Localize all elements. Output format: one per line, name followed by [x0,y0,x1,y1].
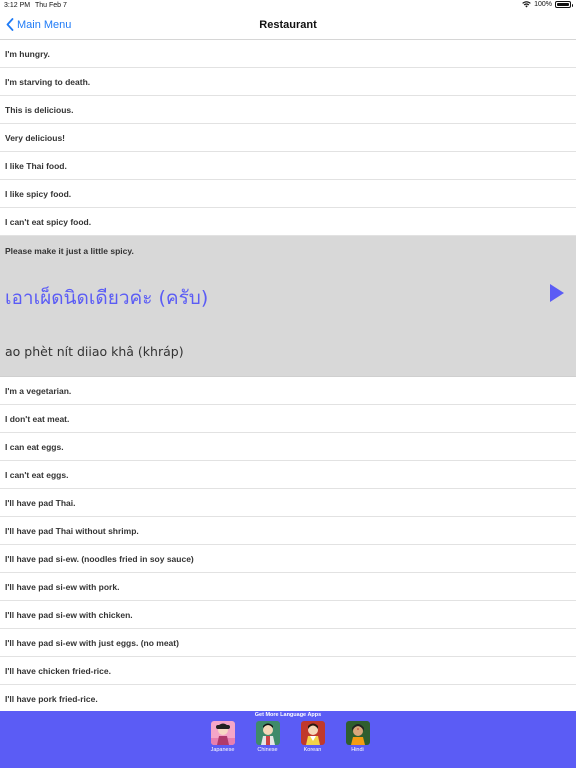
battery-icon [555,1,573,8]
phrase-row[interactable]: I'll have chicken fried-rice. [0,657,576,685]
phrase-row[interactable]: I like spicy food. [0,180,576,208]
app-label: Hindi [351,747,364,753]
status-bar: 3:12 PM Thu Feb 7 100% [0,0,576,12]
app-label: Japanese [210,747,235,753]
page-title: Restaurant [259,19,317,31]
korean-app-icon [300,721,325,745]
japanese-app-icon [210,721,235,745]
phrase-row[interactable]: I'm hungry. [0,40,576,68]
phrase-row[interactable]: I'll have pad Thai. [0,489,576,517]
phrase-row[interactable]: I can't eat spicy food. [0,208,576,236]
phrase-row[interactable]: I'll have pad si-ew. (noodles fried in s… [0,545,576,573]
wifi-icon [522,1,531,8]
status-right: 100% [522,1,573,8]
app-link-korean[interactable]: Korean [300,721,325,753]
phrase-english: Please make it just a little spicy. [5,246,134,256]
phrase-row[interactable]: I'll have pad si-ew with pork. [0,573,576,601]
phrase-row[interactable]: I don't eat meat. [0,405,576,433]
expanded-phrase-row[interactable]: Please make it just a little spicy. เอาเ… [0,236,576,377]
phrase-row[interactable]: I'll have pad si-ew with just eggs. (no … [0,629,576,657]
phrase-row[interactable]: Very delicious! [0,124,576,152]
more-apps-title: Get More Language Apps [254,712,322,718]
battery-percent: 100% [534,1,552,8]
more-apps-banner: Get More Language Apps Japanese Chinese [0,711,576,768]
phrase-row[interactable]: I'm a vegetarian. [0,377,576,405]
app-label: Korean [303,747,322,753]
play-icon[interactable] [550,284,564,302]
phrase-row[interactable]: I can't eat eggs. [0,461,576,489]
chinese-app-icon [255,721,280,745]
app-link-hindi[interactable]: Hindi [345,721,370,753]
phrase-thai: เอาเผ็ดนิดเดียวค่ะ (ครับ) [5,287,209,309]
phrase-row[interactable]: This is delicious. [0,96,576,124]
phrase-row[interactable]: I like Thai food. [0,152,576,180]
app-links: Japanese Chinese Korean Hindi [0,721,576,753]
hindi-app-icon [345,721,370,745]
app-link-chinese[interactable]: Chinese [255,721,280,753]
status-time: 3:12 PM [4,2,31,9]
app-link-japanese[interactable]: Japanese [210,721,235,753]
phrase-row[interactable]: I'll have pad si-ew with chicken. [0,601,576,629]
phrase-row[interactable]: I'm starving to death. [0,68,576,96]
navigation-bar: Main Menu Restaurant [0,12,576,40]
status-date: Thu Feb 7 [35,2,67,9]
app-label: Chinese [257,747,278,753]
phrase-row[interactable]: I'll have pork fried-rice. [0,685,576,713]
phrase-list: I'm hungry. I'm starving to death. This … [0,40,576,713]
phrase-row[interactable]: I can eat eggs. [0,433,576,461]
phrase-row[interactable]: I'll have pad Thai without shrimp. [0,517,576,545]
phrase-romanization: ao phèt nít diiao khâ (khráp) [5,344,184,359]
